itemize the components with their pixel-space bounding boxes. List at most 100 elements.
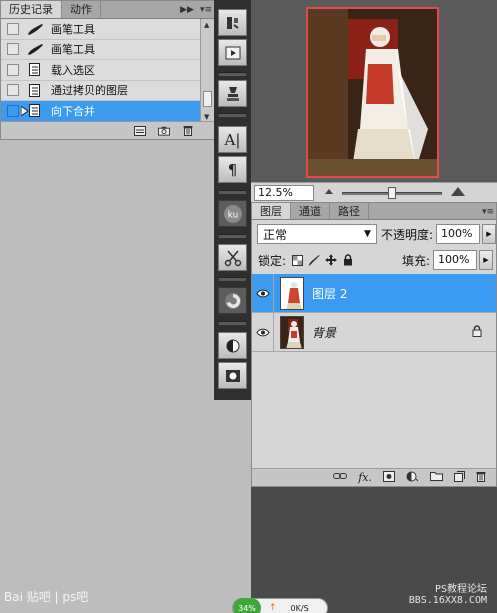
link-layers-icon[interactable] <box>333 472 348 483</box>
kuler-button[interactable]: ku <box>218 200 247 227</box>
layers-footer: fx. <box>252 468 496 486</box>
dock-separator <box>219 277 246 281</box>
zoom-out-icon[interactable] <box>324 186 338 199</box>
snapshot-source-checkbox[interactable] <box>7 84 19 97</box>
dock-separator <box>219 234 246 238</box>
history-panel: 历史记录 动作 ▶▶ ▾≡ 画笔工具 画笔工具 载入选区 通过拷贝的图层 向下合… <box>0 0 215 140</box>
history-state-slider-icon[interactable] <box>21 105 28 116</box>
snapshot-source-checkbox[interactable] <box>7 43 19 56</box>
brush-icon <box>25 21 45 37</box>
history-item-selected[interactable]: 向下合并 <box>1 101 200 122</box>
camera-icon[interactable] <box>158 125 170 136</box>
navigator-preview[interactable] <box>306 7 439 178</box>
tab-channels[interactable]: 通道 <box>291 203 330 219</box>
zoom-slider-knob[interactable] <box>388 186 396 199</box>
history-item[interactable]: 画笔工具 <box>1 19 200 40</box>
layer-style-fx-icon[interactable]: fx. <box>358 471 372 484</box>
play-icon <box>225 46 240 59</box>
new-layer-icon[interactable] <box>454 470 465 485</box>
tab-layers[interactable]: 图层 <box>252 203 291 219</box>
document-icon <box>25 62 45 78</box>
baidu-watermark-text: Bai 贴吧 | ps吧 <box>4 590 89 604</box>
scroll-up-icon[interactable]: ▲ <box>204 21 209 29</box>
dock-separator <box>219 321 246 325</box>
layer-row-layer-2[interactable]: 图层 2 <box>252 273 496 313</box>
half-circle-icon <box>226 339 239 352</box>
tab-history[interactable]: 历史记录 <box>1 1 62 18</box>
lock-pixels-brush-icon[interactable] <box>308 254 320 266</box>
trash-icon[interactable] <box>182 125 194 136</box>
fill-slider-button[interactable]: ▶ <box>479 250 493 270</box>
lock-all-icon[interactable] <box>342 254 354 266</box>
layer-name[interactable]: 背景 <box>312 324 336 341</box>
masks-panel-button[interactable] <box>218 362 247 389</box>
history-item-label: 通过拷贝的图层 <box>51 84 128 98</box>
new-document-from-state-icon[interactable] <box>134 125 146 136</box>
tool-presets-button[interactable] <box>218 244 247 271</box>
eye-icon[interactable] <box>252 273 274 313</box>
history-item[interactable]: 画笔工具 <box>1 39 200 60</box>
history-list: 画笔工具 画笔工具 载入选区 通过拷贝的图层 向下合并 <box>1 19 200 123</box>
stamp-icon <box>226 86 239 101</box>
panel-menu-icon[interactable]: ▾≡ <box>200 5 212 15</box>
lock-position-move-icon[interactable] <box>325 254 338 266</box>
history-scrollbar[interactable]: ▲ ▼ <box>200 19 214 123</box>
history-item-label: 载入选区 <box>51 63 95 77</box>
snapshot-source-checkbox[interactable] <box>7 22 19 35</box>
tab-actions[interactable]: 动作 <box>62 1 101 18</box>
panel-controls: ▶▶ ▾≡ <box>180 1 212 18</box>
side-dock: A| ¶ ku <box>214 0 251 400</box>
scroll-thumb[interactable] <box>203 91 212 107</box>
zoom-in-icon[interactable] <box>450 185 468 200</box>
snapshot-source-checkbox[interactable] <box>7 63 19 76</box>
panel-controls: ▾≡ <box>482 203 494 220</box>
lock-transparency-icon[interactable] <box>291 254 303 266</box>
history-item-label: 向下合并 <box>51 104 95 118</box>
baidu-tieba-watermark: Bai 贴吧 | ps吧 <box>4 588 88 605</box>
preview-photo <box>308 9 437 176</box>
chevron-right-icon: ▶ <box>486 230 492 238</box>
adjustments-panel-button[interactable] <box>218 332 247 359</box>
dropdown-arrow-icon: ▼ <box>364 229 371 239</box>
blend-mode-row: 正常 ▼ 不透明度: 100% ▶ <box>252 222 496 246</box>
add-mask-icon[interactable] <box>383 470 395 485</box>
blend-mode-select[interactable]: 正常 ▼ <box>257 224 377 244</box>
panel-menu-icon[interactable]: ▾≡ <box>482 207 494 217</box>
swirl-icon <box>224 292 241 309</box>
lock-row: 锁定: 填充: 100% ▶ <box>252 249 496 271</box>
scroll-down-icon[interactable]: ▼ <box>204 113 209 121</box>
dock-separator <box>219 190 246 194</box>
kuler-icon: ku <box>223 204 242 223</box>
layer-row-background[interactable]: 背景 <box>252 312 496 352</box>
opacity-slider-button[interactable]: ▶ <box>481 224 496 244</box>
navigator-controls: 12.5% <box>251 182 497 202</box>
collapse-icon[interactable]: ▶▶ <box>180 5 194 15</box>
zoom-slider[interactable] <box>342 185 442 201</box>
history-item-label: 画笔工具 <box>51 22 95 36</box>
scissors-icon <box>224 250 241 266</box>
fill-input[interactable]: 100% <box>433 250 477 270</box>
character-panel-button[interactable]: A| <box>218 126 247 153</box>
blend-mode-value: 正常 <box>263 227 288 242</box>
actions-panel-button[interactable] <box>218 39 247 66</box>
history-item[interactable]: 载入选区 <box>1 60 200 81</box>
eye-icon[interactable] <box>252 312 274 352</box>
animation-panel-button[interactable] <box>218 287 247 314</box>
lock-icon <box>472 324 482 340</box>
trash-icon[interactable] <box>476 471 486 485</box>
snapshot-source-checkbox[interactable] <box>7 104 19 117</box>
adjustment-layer-icon[interactable] <box>406 471 419 485</box>
tab-paths[interactable]: 路径 <box>330 203 369 219</box>
history-footer <box>1 121 214 139</box>
clone-source-button[interactable] <box>218 80 247 107</box>
watermark-line-2: BBS.16XX8.COM <box>408 595 487 606</box>
new-group-folder-icon[interactable] <box>430 471 443 484</box>
navigator-panel-button[interactable] <box>218 9 247 36</box>
opacity-input[interactable]: 100% <box>436 224 480 244</box>
zoom-input[interactable]: 12.5% <box>254 184 314 201</box>
history-item[interactable]: 通过拷贝的图层 <box>1 80 200 101</box>
layer-name[interactable]: 图层 2 <box>312 285 347 302</box>
dock-separator <box>219 113 246 117</box>
document-icon <box>25 82 45 98</box>
paragraph-panel-button[interactable]: ¶ <box>218 156 247 183</box>
